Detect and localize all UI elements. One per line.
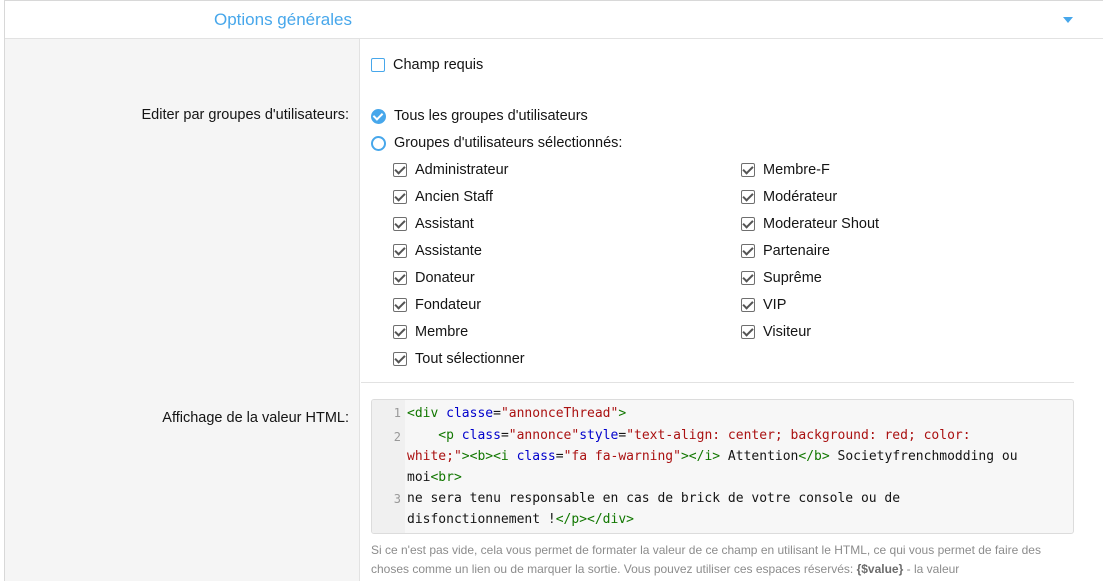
- group-label: Partenaire: [763, 243, 830, 259]
- group-checkbox[interactable]: Membre-F: [741, 162, 830, 178]
- group-checkbox[interactable]: Partenaire: [741, 243, 830, 259]
- group-label: Suprême: [763, 270, 822, 286]
- required-checkbox[interactable]: [371, 58, 385, 72]
- group-checkbox[interactable]: Visiteur: [741, 324, 811, 340]
- checkbox-checked-icon[interactable]: [393, 298, 407, 312]
- group-checkbox[interactable]: Modérateur: [741, 189, 837, 205]
- checkbox-checked-icon[interactable]: [741, 244, 755, 258]
- radio-all-groups[interactable]: Tous les groupes d'utilisateurs: [371, 108, 588, 124]
- radio-selected-groups-label: Groupes d'utilisateurs sélectionnés:: [394, 135, 623, 151]
- value-placeholder: {$value}: [856, 562, 904, 576]
- group-checkbox[interactable]: Fondateur: [393, 297, 481, 313]
- group-checkbox[interactable]: Administrateur: [393, 162, 508, 178]
- group-label: Visiteur: [763, 324, 812, 340]
- checkbox-checked-icon[interactable]: [741, 163, 755, 177]
- checkbox-checked-icon[interactable]: [393, 163, 407, 177]
- group-checkbox[interactable]: Donateur: [393, 270, 475, 286]
- group-label: Moderateur Shout: [763, 216, 880, 232]
- checkbox-checked-icon[interactable]: [393, 325, 407, 339]
- checkbox-checked-icon[interactable]: [393, 244, 407, 258]
- code-line[interactable]: ne sera tenu responsable en cas de brick…: [407, 491, 900, 506]
- section-header[interactable]: Options générales: [5, 0, 1103, 39]
- row-divider: [361, 382, 1074, 383]
- group-checkbox[interactable]: Suprême: [741, 270, 822, 286]
- caret-down-icon[interactable]: [1063, 17, 1073, 23]
- group-checkbox[interactable]: VIP: [741, 297, 786, 313]
- section-title[interactable]: Options générales: [214, 10, 352, 30]
- line-number: 1: [393, 406, 401, 420]
- checkbox-checked-icon[interactable]: [741, 298, 755, 312]
- code-line[interactable]: disfonctionnement !</p></div>: [407, 512, 634, 527]
- group-checkbox[interactable]: Assistant: [393, 216, 474, 232]
- required-label: Champ requis: [393, 57, 484, 73]
- group-checkbox[interactable]: Ancien Staff: [393, 189, 493, 205]
- group-label: Membre-F: [763, 162, 830, 178]
- checkbox-checked-icon[interactable]: [393, 217, 407, 231]
- select-all-checkbox[interactable]: Tout sélectionner: [393, 351, 525, 367]
- field-options-panel: Options générales Editer par groupes d'u…: [4, 0, 1103, 581]
- select-all-label: Tout sélectionner: [415, 351, 525, 367]
- group-label: Assistant: [415, 216, 474, 232]
- checkbox-checked-icon[interactable]: [741, 217, 755, 231]
- group-label: Modérateur: [763, 189, 838, 205]
- group-label: Assistante: [415, 243, 482, 259]
- code-line[interactable]: white;"><b><i class="fa fa-warning"></i>…: [407, 449, 1018, 464]
- group-checkbox[interactable]: Membre: [393, 324, 468, 340]
- label-column: Editer par groupes d'utilisateurs: Affic…: [5, 39, 360, 581]
- line-gutter: 1 2 3: [372, 400, 405, 533]
- checkbox-checked-icon[interactable]: [393, 271, 407, 285]
- radio-all-groups-label: Tous les groupes d'utilisateurs: [394, 108, 588, 124]
- radio-unchecked-icon[interactable]: [371, 135, 386, 151]
- code-line[interactable]: moi<br>: [407, 470, 462, 485]
- html-display-hint: Si ce n'est pas vide, cela vous permet d…: [371, 543, 1041, 576]
- group-label: Fondateur: [415, 297, 482, 313]
- radio-checked-icon[interactable]: [371, 108, 386, 124]
- group-label: Administrateur: [415, 162, 509, 178]
- code-line[interactable]: <div classe="annonceThread">: [407, 406, 626, 421]
- code-line[interactable]: <p class="annonce"style="text-align: cen…: [407, 428, 970, 443]
- radio-selected-groups[interactable]: Groupes d'utilisateurs sélectionnés:: [371, 135, 622, 151]
- edit-groups-label: Editer par groupes d'utilisateurs:: [141, 107, 350, 123]
- required-option[interactable]: Champ requis: [371, 57, 483, 73]
- group-checkbox[interactable]: Moderateur Shout: [741, 216, 879, 232]
- group-label: Membre: [415, 324, 469, 340]
- group-checkbox[interactable]: Assistante: [393, 243, 482, 259]
- checkbox-checked-icon[interactable]: [741, 271, 755, 285]
- html-display-label: Affichage de la valeur HTML:: [162, 410, 349, 426]
- group-label: Ancien Staff: [415, 189, 493, 205]
- line-number: 2: [393, 430, 401, 444]
- html-code-editor[interactable]: 1 2 3 <div classe="annonceThread"> <p cl…: [371, 399, 1074, 534]
- checkbox-checked-icon[interactable]: [741, 325, 755, 339]
- group-label: VIP: [763, 297, 787, 313]
- line-number: 3: [393, 492, 401, 506]
- checkbox-checked-icon[interactable]: [741, 190, 755, 204]
- checkbox-checked-icon[interactable]: [393, 190, 407, 204]
- group-label: Donateur: [415, 270, 475, 286]
- checkbox-checked-icon[interactable]: [393, 352, 407, 366]
